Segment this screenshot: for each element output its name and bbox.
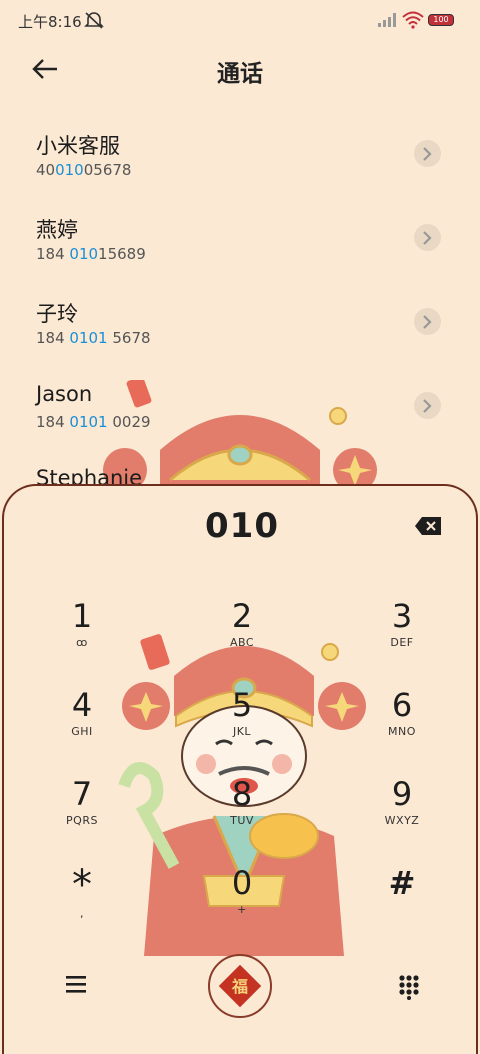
contact-name: Jason [36, 382, 93, 406]
list-item[interactable]: Stephanie [0, 448, 480, 487]
list-item[interactable]: 子玲 184 0101 5678 [0, 280, 480, 364]
key-9[interactable]: 9 WXYZ [347, 774, 457, 852]
contact-number: 184 0101 0029 [36, 413, 151, 431]
status-bar: 上午8:16 100 [0, 0, 480, 40]
backspace-icon[interactable] [414, 516, 442, 536]
dialpad-grid-icon[interactable] [398, 974, 420, 1000]
chevron-right-icon[interactable] [414, 224, 441, 251]
key-5[interactable]: 5 JKL [187, 685, 297, 763]
key-1[interactable]: 1ꝏ [27, 596, 137, 674]
status-time: 上午8:16 [18, 13, 82, 31]
chevron-right-icon[interactable] [414, 308, 441, 335]
key-8[interactable]: 8 TUV [187, 774, 297, 852]
key-star[interactable]: *, [27, 863, 137, 941]
contact-name: 燕婷 [36, 218, 78, 242]
chevron-right-icon[interactable] [414, 140, 441, 167]
mute-icon [84, 12, 104, 29]
key-4[interactable]: 4 GHI [27, 685, 137, 763]
key-hash[interactable]: # [347, 863, 457, 941]
dialed-number-display[interactable]: 010 [4, 506, 476, 546]
call-button-label: 福 [231, 977, 248, 996]
contact-number: 4001005678 [36, 161, 132, 179]
key-2[interactable]: 2 ABC [187, 596, 297, 674]
key-0[interactable]: 0 + [187, 863, 297, 941]
call-button[interactable]: 福 [208, 954, 272, 1018]
contact-name: 小米客服 [36, 134, 120, 158]
list-item[interactable]: Jason 184 0101 0029 [0, 364, 480, 448]
key-6[interactable]: 6 MNO [347, 685, 457, 763]
key-7[interactable]: 7 PQRS [27, 774, 137, 852]
contact-number: 184 0101 5678 [36, 329, 151, 347]
voicemail-icon: ꝏ [76, 636, 88, 649]
battery-icon: 100 [428, 14, 454, 26]
contact-name: 子玲 [36, 302, 78, 326]
signal-icon [378, 13, 396, 27]
list-item[interactable]: 燕婷 184 01015689 [0, 196, 480, 280]
chevron-right-icon[interactable] [414, 392, 441, 419]
menu-icon[interactable] [64, 974, 90, 994]
dialpad-panel: 010 1ꝏ 2 ABC 3 DEF 4 GHI 5 JKL 6 MNO 7 PQRS 8T… [2, 484, 478, 1054]
contact-number: 184 01015689 [36, 245, 146, 263]
wifi-icon [402, 11, 424, 29]
contact-suggestion-list: 小米客服 4001005678 燕婷 184 01015689 子玲 184 0… [0, 112, 480, 487]
list-item[interactable]: 小米客服 4001005678 [0, 112, 480, 196]
page-title: 通话 [217, 61, 263, 87]
key-3[interactable]: 3 DEF [347, 596, 457, 674]
